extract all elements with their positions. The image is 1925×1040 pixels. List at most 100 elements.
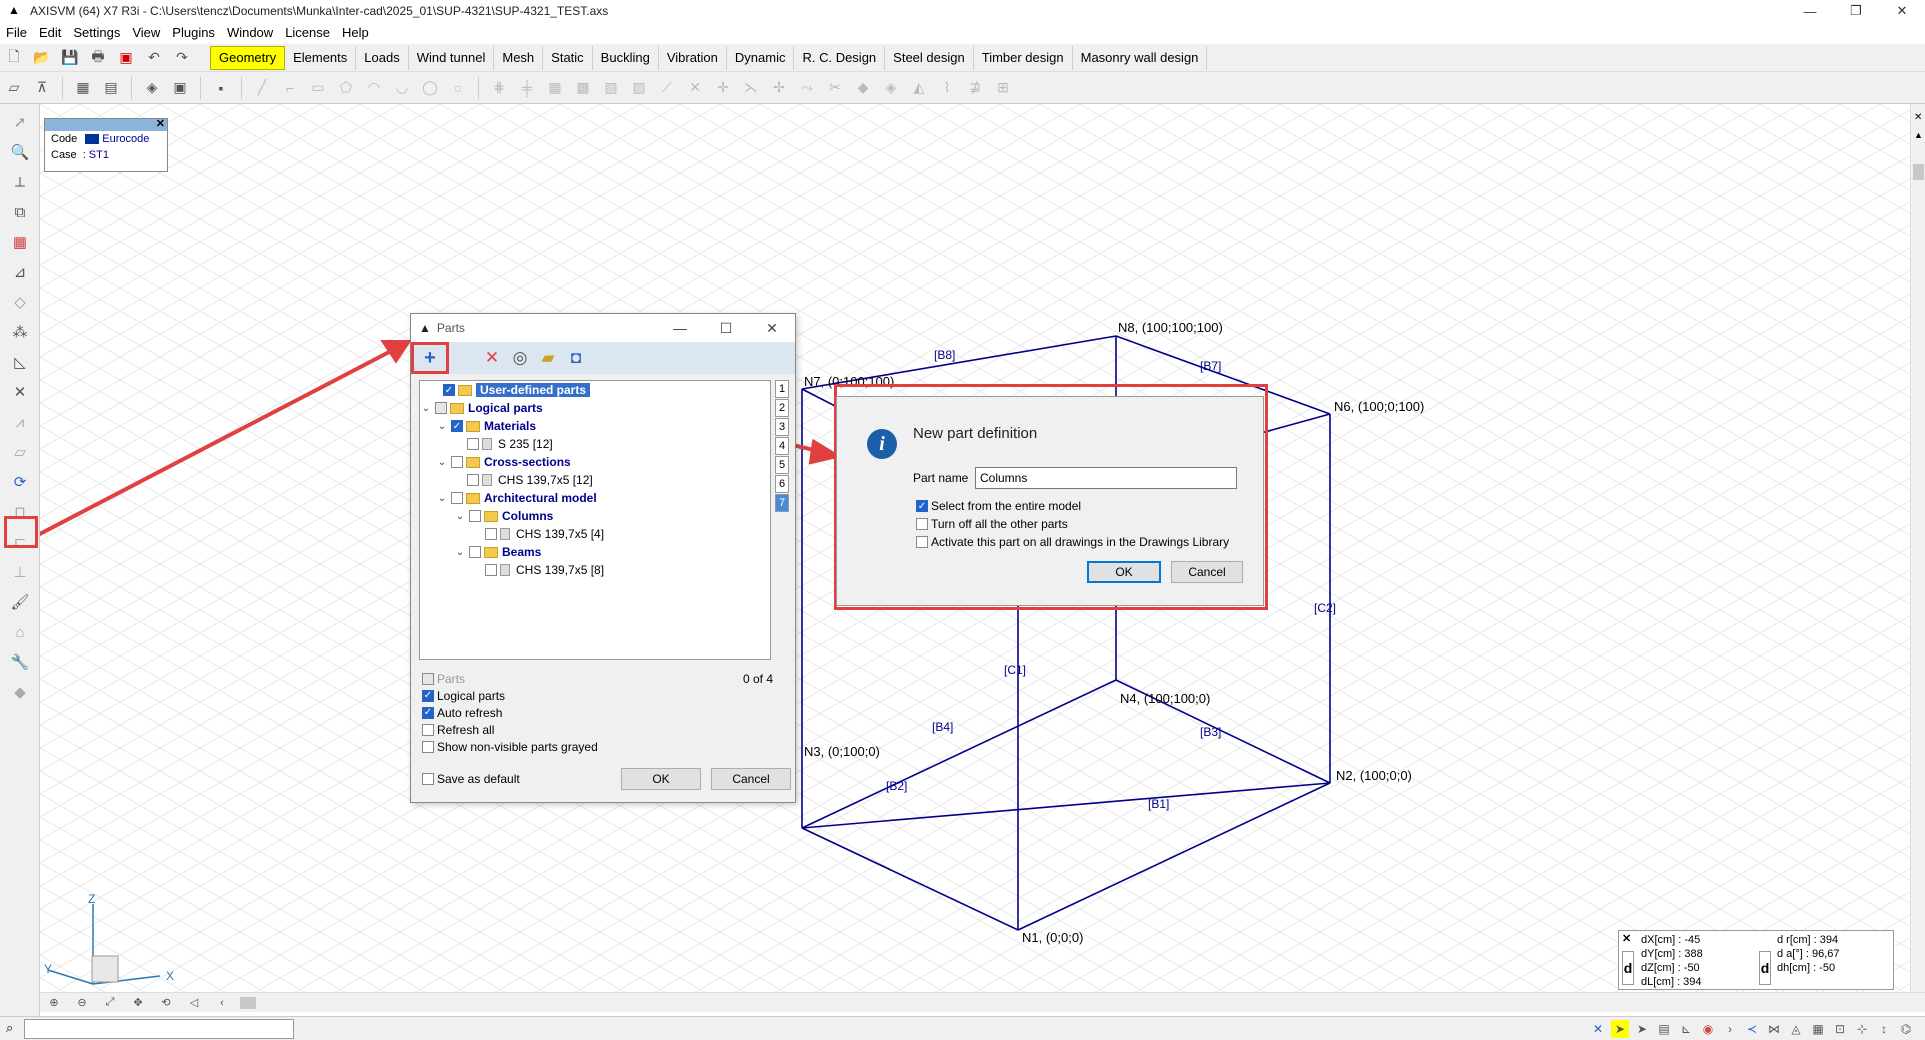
surface-icon[interactable]: ◭ (908, 77, 930, 99)
open-folder-icon[interactable]: 📂 (31, 47, 53, 69)
undo-icon[interactable]: ↶ (143, 47, 165, 69)
level-button[interactable]: 6 (775, 475, 789, 493)
tree-item[interactable]: ⌄ ✓ Materials (420, 417, 770, 435)
circle-icon[interactable]: ◯ (419, 77, 441, 99)
code-box-close-icon[interactable]: ✕ (156, 117, 165, 130)
line-icon[interactable]: ╱ (251, 77, 273, 99)
node-cross-icon[interactable]: ✛ (712, 77, 734, 99)
option-refresh-all[interactable]: Refresh all (419, 721, 719, 738)
copy-view-icon[interactable]: ⧉ (9, 200, 31, 224)
option-select-entire[interactable]: ✓ Select from the entire model (913, 499, 1081, 513)
code-box-header[interactable]: ✕ (45, 117, 167, 131)
snap-icon[interactable]: ✕ (9, 380, 31, 404)
tree-item[interactable]: ⌄ Cross-sections (420, 453, 770, 471)
new-part-ok-button[interactable]: OK (1087, 561, 1161, 583)
zoom-fit-icon[interactable]: ⤢ (99, 992, 121, 1014)
pointer-mode-icon[interactable]: ➤ (1633, 1020, 1651, 1038)
info-diamond-icon[interactable]: ◆ (9, 680, 31, 704)
plane-icon[interactable]: ▱ (9, 440, 31, 464)
tab-elements[interactable]: Elements (285, 45, 357, 70)
option-activate[interactable]: Activate this part on all drawings in th… (913, 535, 1229, 549)
skew-grid-icon[interactable]: ▧ (600, 77, 622, 99)
pointer-icon[interactable]: ➚ (9, 110, 31, 134)
code-value[interactable]: Eurocode (102, 133, 149, 145)
tab-dynamic[interactable]: Dynamic (726, 45, 795, 70)
chevron-down-icon[interactable]: ⌄ (436, 493, 448, 504)
select-mode-icon[interactable]: ➤ (1611, 1020, 1629, 1038)
surface-mode-icon[interactable]: ◬ (1787, 1020, 1805, 1038)
option-turn-off[interactable]: Turn off all the other parts (913, 517, 1068, 531)
member-mode-icon[interactable]: ⋈ (1765, 1020, 1783, 1038)
checkbox[interactable] (469, 546, 481, 558)
checkbox[interactable] (485, 528, 497, 540)
checkbox[interactable] (469, 510, 481, 522)
part-settings-icon[interactable]: ◘ (563, 346, 589, 370)
edit-part-icon[interactable] (451, 346, 477, 370)
close-view-icon[interactable]: ✕ (1914, 112, 1922, 123)
axes-view-icon[interactable]: ⟂ (9, 170, 31, 194)
parts-ok-button[interactable]: OK (621, 768, 701, 790)
brush-icon[interactable]: ⌇ (936, 77, 958, 99)
rotate-icon[interactable]: ⟲ (155, 992, 177, 1014)
tab-static[interactable]: Static (543, 45, 593, 70)
brush-tool-icon[interactable]: 🖌 (9, 590, 31, 614)
zoom-icon[interactable]: 🔍 (9, 140, 31, 164)
menu-edit[interactable]: Edit (33, 25, 67, 40)
tab-geometry[interactable]: Geometry (210, 45, 286, 70)
measure-icon[interactable]: ⊼ (31, 77, 53, 99)
dimension-icon[interactable]: ⊿ (9, 260, 31, 284)
redo-icon[interactable]: ↷ (171, 47, 193, 69)
skew-grid-2-icon[interactable]: ▨ (628, 77, 650, 99)
split-icon[interactable]: ⋋ (740, 77, 762, 99)
grid-dots-icon[interactable]: ⁂ (9, 320, 31, 344)
checkbox[interactable] (435, 402, 447, 414)
tab-vibration[interactable]: Vibration (658, 45, 727, 70)
save-icon[interactable]: 💾 (59, 47, 81, 69)
trim-icon[interactable]: ✂ (824, 77, 846, 99)
stairs-icon[interactable]: ⋣ (964, 77, 986, 99)
checkbox[interactable]: ✓ (451, 420, 463, 432)
window-grid-icon[interactable]: ⊞ (992, 77, 1014, 99)
option-auto-refresh[interactable]: ✓ Auto refresh (419, 704, 719, 721)
checkbox[interactable]: ✓ (422, 689, 434, 702)
checkbox[interactable]: ✓ (916, 500, 928, 512)
building-icon[interactable]: ⌂ (9, 620, 31, 644)
stack-icon[interactable]: ◈ (141, 77, 163, 99)
case-value[interactable]: : ST1 (83, 149, 109, 161)
scroll-thumb[interactable] (1913, 164, 1924, 180)
ruler-icon[interactable]: ◇ (9, 290, 31, 314)
solid-icon[interactable]: ◆ (852, 77, 874, 99)
tab-wind-tunnel[interactable]: Wind tunnel (408, 45, 495, 70)
mesh-grid-2-icon[interactable]: ▩ (572, 77, 594, 99)
color-mode-icon[interactable]: ◉ (1699, 1020, 1717, 1038)
chevron-down-icon[interactable]: ⌄ (454, 547, 466, 558)
tree-item[interactable]: S 235 [12] (420, 435, 770, 453)
close-icon[interactable]: ✕ (1879, 0, 1925, 22)
menu-window[interactable]: Window (221, 25, 279, 40)
print-icon[interactable]: 🖶 (87, 47, 109, 69)
triangle-ruler-icon[interactable]: ◺ (9, 350, 31, 374)
maximize-icon[interactable]: ☐ (703, 314, 749, 342)
new-file-icon[interactable]: 🗋 (3, 47, 25, 69)
tab-loads[interactable]: Loads (356, 45, 409, 70)
report-icon[interactable]: ▤ (100, 77, 122, 99)
tree-item[interactable]: ⌄ Architectural model (420, 489, 770, 507)
pan-icon[interactable]: ✥ (127, 992, 149, 1014)
polygon-icon[interactable]: ⬠ (335, 77, 357, 99)
menu-license[interactable]: License (279, 25, 336, 40)
point-icon[interactable]: ▪ (210, 77, 232, 99)
close-icon[interactable]: ✕ (749, 314, 795, 342)
rectangle-icon[interactable]: ▭ (307, 77, 329, 99)
save-as-default[interactable]: Save as default (419, 771, 520, 788)
checkbox[interactable] (451, 492, 463, 504)
parts-dialog-titlebar[interactable]: ▲ Parts — ☐ ✕ (411, 314, 795, 342)
horizontal-scroll-thumb[interactable] (240, 996, 256, 1009)
tab-masonry-wall-design[interactable]: Masonry wall design (1072, 45, 1208, 70)
snap-cross-icon[interactable]: ✕ (1589, 1020, 1607, 1038)
menu-help[interactable]: Help (336, 25, 375, 40)
checkbox[interactable] (467, 438, 479, 450)
level-button[interactable]: 1 (775, 380, 789, 398)
pdf-icon[interactable]: ▣ (115, 47, 137, 69)
restore-icon[interactable]: ❐ (1833, 0, 1879, 22)
extend-icon[interactable]: ⤳ (796, 77, 818, 99)
